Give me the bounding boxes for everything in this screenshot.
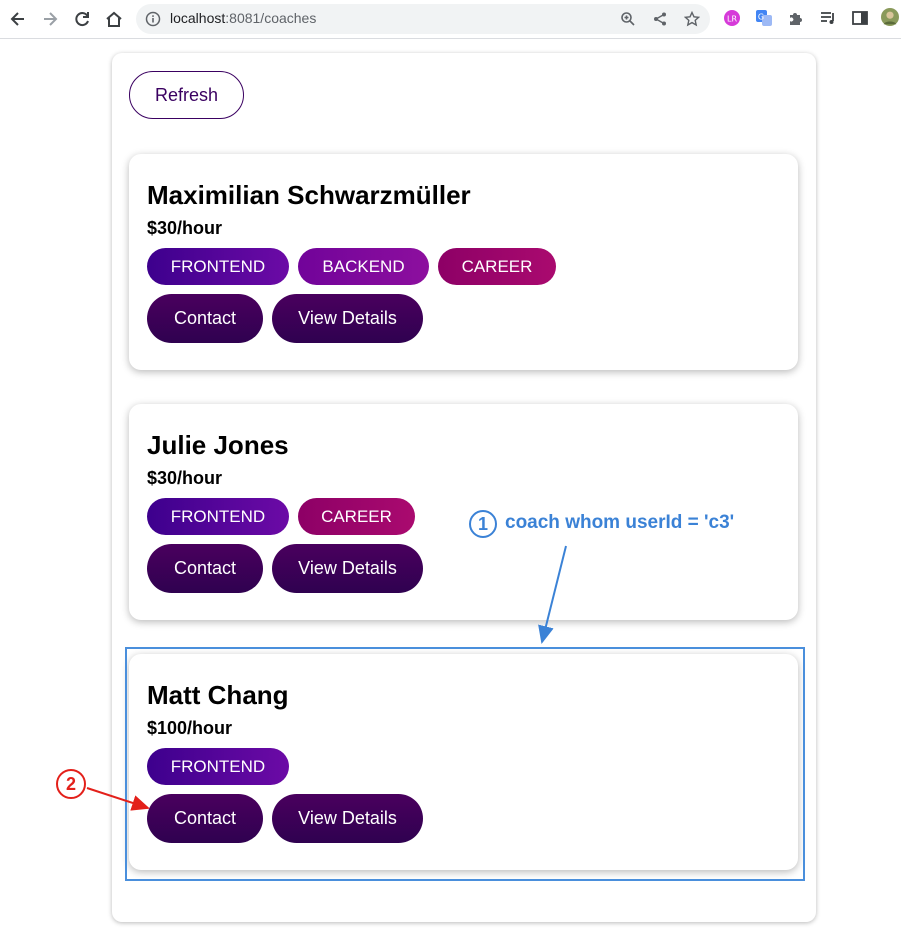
media-queue-icon[interactable] [819, 9, 837, 27]
browser-toolbar: localhost:8081/coaches LR G [0, 0, 901, 39]
annotation-highlight-box [125, 647, 805, 881]
coach-name: Julie Jones [147, 430, 289, 460]
zoom-icon[interactable] [620, 11, 636, 27]
back-icon[interactable] [8, 9, 28, 29]
view-details-button[interactable]: View Details [272, 294, 423, 343]
area-badge-career: CAREER [438, 248, 556, 285]
area-badge-frontend: FRONTEND [147, 248, 289, 285]
side-panel-icon[interactable] [851, 9, 869, 27]
extension-lr-icon[interactable]: LR [723, 9, 741, 27]
svg-text:LR: LR [727, 15, 737, 24]
view-details-button[interactable]: View Details [272, 544, 423, 593]
contact-button[interactable]: Contact [147, 294, 263, 343]
contact-button[interactable]: Contact [147, 544, 263, 593]
translate-icon[interactable]: G [755, 9, 773, 27]
coach-rate: $30/hour [147, 468, 223, 488]
area-badge-career: CAREER [298, 498, 415, 535]
reload-icon[interactable] [72, 9, 92, 29]
area-badge-backend: BACKEND [298, 248, 429, 285]
share-icon[interactable] [652, 11, 668, 27]
coach-name: Maximilian Schwarzmüller [147, 180, 471, 210]
forward-icon[interactable] [40, 9, 60, 29]
coach-rate: $30/hour [147, 218, 223, 238]
extensions-puzzle-icon[interactable] [787, 9, 805, 27]
address-bar[interactable]: localhost:8081/coaches [136, 4, 710, 34]
home-icon[interactable] [104, 9, 124, 29]
refresh-button[interactable]: Refresh [129, 71, 244, 119]
bookmark-star-icon[interactable] [684, 11, 700, 27]
annotation-text-1: coach whom userId = 'c3' [505, 512, 735, 533]
site-info-icon[interactable] [145, 11, 161, 27]
annotation-number-2: 2 [56, 769, 86, 799]
coach-card: Maximilian Schwarzmüller $30/hour FRONTE… [129, 154, 798, 370]
profile-avatar-icon[interactable] [881, 8, 901, 28]
url-path: :8081/coaches [225, 10, 317, 26]
annotation-number-1: 1 [469, 510, 497, 538]
area-badge-frontend: FRONTEND [147, 498, 289, 535]
svg-text:G: G [758, 13, 764, 22]
url-host: localhost [170, 10, 226, 26]
url-text: localhost:8081/coaches [170, 10, 316, 26]
